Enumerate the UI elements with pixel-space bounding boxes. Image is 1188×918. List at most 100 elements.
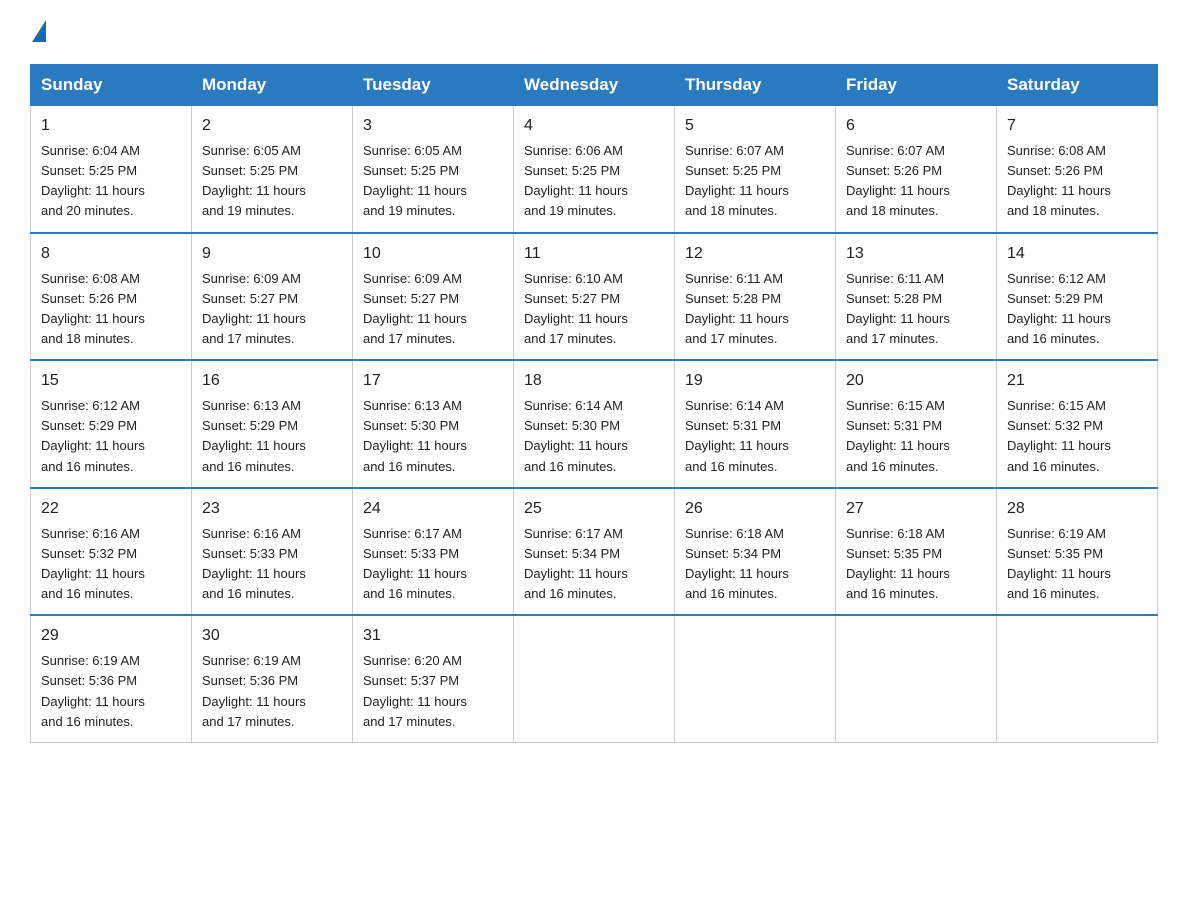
weekday-header-tuesday: Tuesday — [353, 65, 514, 106]
day-number: 7 — [1007, 114, 1147, 138]
day-info: Sunrise: 6:19 AMSunset: 5:36 PMDaylight:… — [41, 651, 181, 732]
day-info: Sunrise: 6:17 AMSunset: 5:33 PMDaylight:… — [363, 524, 503, 605]
day-number: 25 — [524, 497, 664, 521]
calendar-cell: 14 Sunrise: 6:12 AMSunset: 5:29 PMDaylig… — [997, 233, 1158, 361]
day-number: 4 — [524, 114, 664, 138]
day-number: 12 — [685, 242, 825, 266]
day-number: 24 — [363, 497, 503, 521]
day-number: 19 — [685, 369, 825, 393]
calendar-cell — [997, 615, 1158, 742]
logo-triangle-icon — [32, 20, 46, 42]
page-header — [30, 20, 1158, 46]
weekday-header-saturday: Saturday — [997, 65, 1158, 106]
calendar-week-row: 22 Sunrise: 6:16 AMSunset: 5:32 PMDaylig… — [31, 488, 1158, 616]
calendar-cell — [514, 615, 675, 742]
calendar-cell: 9 Sunrise: 6:09 AMSunset: 5:27 PMDayligh… — [192, 233, 353, 361]
day-number: 11 — [524, 242, 664, 266]
day-number: 8 — [41, 242, 181, 266]
day-info: Sunrise: 6:11 AMSunset: 5:28 PMDaylight:… — [846, 269, 986, 350]
calendar-cell: 29 Sunrise: 6:19 AMSunset: 5:36 PMDaylig… — [31, 615, 192, 742]
day-number: 29 — [41, 624, 181, 648]
day-number: 20 — [846, 369, 986, 393]
day-info: Sunrise: 6:08 AMSunset: 5:26 PMDaylight:… — [1007, 141, 1147, 222]
day-number: 31 — [363, 624, 503, 648]
calendar-week-row: 8 Sunrise: 6:08 AMSunset: 5:26 PMDayligh… — [31, 233, 1158, 361]
day-number: 27 — [846, 497, 986, 521]
calendar-cell: 12 Sunrise: 6:11 AMSunset: 5:28 PMDaylig… — [675, 233, 836, 361]
day-info: Sunrise: 6:18 AMSunset: 5:35 PMDaylight:… — [846, 524, 986, 605]
day-number: 17 — [363, 369, 503, 393]
day-number: 21 — [1007, 369, 1147, 393]
calendar-cell: 26 Sunrise: 6:18 AMSunset: 5:34 PMDaylig… — [675, 488, 836, 616]
day-info: Sunrise: 6:14 AMSunset: 5:30 PMDaylight:… — [524, 396, 664, 477]
calendar-cell: 2 Sunrise: 6:05 AMSunset: 5:25 PMDayligh… — [192, 106, 353, 233]
calendar-cell: 5 Sunrise: 6:07 AMSunset: 5:25 PMDayligh… — [675, 106, 836, 233]
calendar-cell: 17 Sunrise: 6:13 AMSunset: 5:30 PMDaylig… — [353, 360, 514, 488]
calendar-cell: 31 Sunrise: 6:20 AMSunset: 5:37 PMDaylig… — [353, 615, 514, 742]
calendar-table: SundayMondayTuesdayWednesdayThursdayFrid… — [30, 64, 1158, 743]
weekday-header-monday: Monday — [192, 65, 353, 106]
day-number: 13 — [846, 242, 986, 266]
day-number: 2 — [202, 114, 342, 138]
calendar-cell: 23 Sunrise: 6:16 AMSunset: 5:33 PMDaylig… — [192, 488, 353, 616]
calendar-cell: 3 Sunrise: 6:05 AMSunset: 5:25 PMDayligh… — [353, 106, 514, 233]
calendar-cell: 24 Sunrise: 6:17 AMSunset: 5:33 PMDaylig… — [353, 488, 514, 616]
day-info: Sunrise: 6:19 AMSunset: 5:35 PMDaylight:… — [1007, 524, 1147, 605]
day-info: Sunrise: 6:20 AMSunset: 5:37 PMDaylight:… — [363, 651, 503, 732]
calendar-cell: 18 Sunrise: 6:14 AMSunset: 5:30 PMDaylig… — [514, 360, 675, 488]
day-number: 26 — [685, 497, 825, 521]
calendar-cell: 4 Sunrise: 6:06 AMSunset: 5:25 PMDayligh… — [514, 106, 675, 233]
weekday-header-wednesday: Wednesday — [514, 65, 675, 106]
calendar-cell — [675, 615, 836, 742]
day-number: 6 — [846, 114, 986, 138]
calendar-cell: 8 Sunrise: 6:08 AMSunset: 5:26 PMDayligh… — [31, 233, 192, 361]
day-number: 30 — [202, 624, 342, 648]
day-info: Sunrise: 6:07 AMSunset: 5:26 PMDaylight:… — [846, 141, 986, 222]
day-info: Sunrise: 6:12 AMSunset: 5:29 PMDaylight:… — [1007, 269, 1147, 350]
calendar-cell: 1 Sunrise: 6:04 AMSunset: 5:25 PMDayligh… — [31, 106, 192, 233]
weekday-header-sunday: Sunday — [31, 65, 192, 106]
calendar-cell: 21 Sunrise: 6:15 AMSunset: 5:32 PMDaylig… — [997, 360, 1158, 488]
day-number: 3 — [363, 114, 503, 138]
day-number: 15 — [41, 369, 181, 393]
day-info: Sunrise: 6:15 AMSunset: 5:31 PMDaylight:… — [846, 396, 986, 477]
calendar-cell: 7 Sunrise: 6:08 AMSunset: 5:26 PMDayligh… — [997, 106, 1158, 233]
calendar-cell: 11 Sunrise: 6:10 AMSunset: 5:27 PMDaylig… — [514, 233, 675, 361]
day-info: Sunrise: 6:10 AMSunset: 5:27 PMDaylight:… — [524, 269, 664, 350]
day-info: Sunrise: 6:14 AMSunset: 5:31 PMDaylight:… — [685, 396, 825, 477]
calendar-cell: 30 Sunrise: 6:19 AMSunset: 5:36 PMDaylig… — [192, 615, 353, 742]
day-number: 28 — [1007, 497, 1147, 521]
calendar-cell: 15 Sunrise: 6:12 AMSunset: 5:29 PMDaylig… — [31, 360, 192, 488]
day-info: Sunrise: 6:13 AMSunset: 5:30 PMDaylight:… — [363, 396, 503, 477]
calendar-cell: 19 Sunrise: 6:14 AMSunset: 5:31 PMDaylig… — [675, 360, 836, 488]
day-info: Sunrise: 6:05 AMSunset: 5:25 PMDaylight:… — [363, 141, 503, 222]
day-info: Sunrise: 6:18 AMSunset: 5:34 PMDaylight:… — [685, 524, 825, 605]
day-info: Sunrise: 6:09 AMSunset: 5:27 PMDaylight:… — [202, 269, 342, 350]
day-info: Sunrise: 6:05 AMSunset: 5:25 PMDaylight:… — [202, 141, 342, 222]
day-info: Sunrise: 6:11 AMSunset: 5:28 PMDaylight:… — [685, 269, 825, 350]
calendar-cell: 6 Sunrise: 6:07 AMSunset: 5:26 PMDayligh… — [836, 106, 997, 233]
day-info: Sunrise: 6:13 AMSunset: 5:29 PMDaylight:… — [202, 396, 342, 477]
day-info: Sunrise: 6:07 AMSunset: 5:25 PMDaylight:… — [685, 141, 825, 222]
calendar-cell: 20 Sunrise: 6:15 AMSunset: 5:31 PMDaylig… — [836, 360, 997, 488]
calendar-cell — [836, 615, 997, 742]
day-number: 14 — [1007, 242, 1147, 266]
calendar-week-row: 1 Sunrise: 6:04 AMSunset: 5:25 PMDayligh… — [31, 106, 1158, 233]
calendar-cell: 16 Sunrise: 6:13 AMSunset: 5:29 PMDaylig… — [192, 360, 353, 488]
weekday-header-thursday: Thursday — [675, 65, 836, 106]
calendar-header-row: SundayMondayTuesdayWednesdayThursdayFrid… — [31, 65, 1158, 106]
logo — [30, 20, 46, 46]
day-number: 10 — [363, 242, 503, 266]
day-info: Sunrise: 6:12 AMSunset: 5:29 PMDaylight:… — [41, 396, 181, 477]
calendar-cell: 27 Sunrise: 6:18 AMSunset: 5:35 PMDaylig… — [836, 488, 997, 616]
day-info: Sunrise: 6:16 AMSunset: 5:32 PMDaylight:… — [41, 524, 181, 605]
day-info: Sunrise: 6:06 AMSunset: 5:25 PMDaylight:… — [524, 141, 664, 222]
calendar-cell: 10 Sunrise: 6:09 AMSunset: 5:27 PMDaylig… — [353, 233, 514, 361]
day-info: Sunrise: 6:08 AMSunset: 5:26 PMDaylight:… — [41, 269, 181, 350]
calendar-cell: 13 Sunrise: 6:11 AMSunset: 5:28 PMDaylig… — [836, 233, 997, 361]
day-info: Sunrise: 6:09 AMSunset: 5:27 PMDaylight:… — [363, 269, 503, 350]
day-info: Sunrise: 6:17 AMSunset: 5:34 PMDaylight:… — [524, 524, 664, 605]
calendar-cell: 25 Sunrise: 6:17 AMSunset: 5:34 PMDaylig… — [514, 488, 675, 616]
day-number: 1 — [41, 114, 181, 138]
day-number: 18 — [524, 369, 664, 393]
